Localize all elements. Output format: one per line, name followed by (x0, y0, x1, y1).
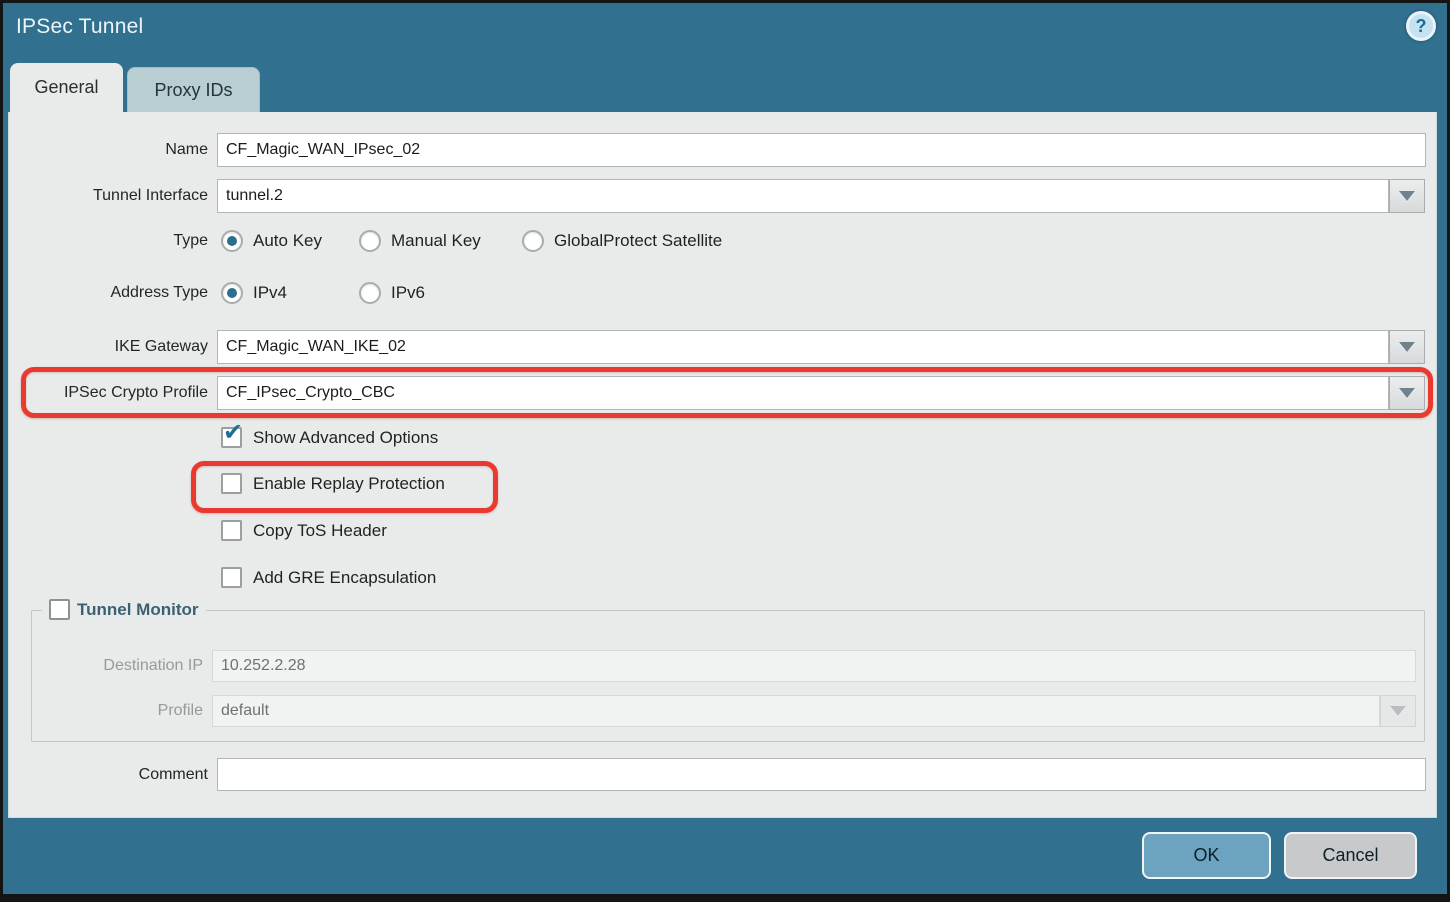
tunnel-interface-input[interactable] (217, 179, 1389, 213)
tunnel-interface-label: Tunnel Interface (9, 179, 208, 213)
general-tab-panel: Name Tunnel Interface Type Auto Key Manu… (8, 112, 1437, 818)
chevron-down-icon (1399, 342, 1415, 352)
radio-selected-icon (221, 230, 243, 252)
radio-manual-key[interactable]: Manual Key (359, 230, 481, 252)
name-label: Name (9, 133, 208, 167)
comment-input[interactable] (217, 758, 1426, 791)
add-gre-encapsulation-checkbox[interactable]: Add GRE Encapsulation (221, 567, 436, 588)
dialog-title: IPSec Tunnel (16, 15, 143, 39)
profile-label: Profile (32, 695, 203, 727)
chevron-down-icon (1399, 191, 1415, 201)
checkbox-checked-icon: ✔ (221, 427, 242, 448)
tunnel-monitor-legend[interactable]: Tunnel Monitor (42, 599, 206, 620)
tunnel-interface-dropdown-button[interactable] (1389, 179, 1425, 213)
tunnel-monitor-checkbox[interactable] (49, 599, 70, 620)
radio-icon (359, 230, 381, 252)
radio-icon (522, 230, 544, 252)
check-icon: ✔ (223, 421, 243, 445)
ok-button[interactable]: OK (1142, 832, 1271, 879)
radio-selected-icon (221, 282, 243, 304)
comment-label: Comment (9, 758, 208, 792)
ipsec-crypto-profile-label: IPSec Crypto Profile (9, 376, 208, 410)
checkbox-unchecked-icon (221, 567, 242, 588)
radio-auto-key[interactable]: Auto Key (221, 230, 322, 252)
ike-gateway-dropdown-button[interactable] (1389, 330, 1425, 364)
type-label: Type (9, 224, 208, 258)
tab-proxy-ids[interactable]: Proxy IDs (127, 67, 260, 112)
cancel-button[interactable]: Cancel (1284, 832, 1417, 879)
checkbox-unchecked-icon (221, 520, 242, 541)
enable-replay-protection-checkbox[interactable]: Enable Replay Protection (221, 473, 445, 494)
destination-ip-input (212, 650, 1416, 682)
help-icon[interactable]: ? (1406, 11, 1436, 41)
radio-ipv6[interactable]: IPv6 (359, 282, 425, 304)
profile-dropdown-button (1380, 695, 1416, 727)
destination-ip-label: Destination IP (32, 650, 203, 682)
radio-icon (359, 282, 381, 304)
chevron-down-icon (1390, 706, 1406, 716)
question-mark-glyph: ? (1416, 16, 1427, 37)
profile-input (212, 695, 1380, 727)
show-advanced-options-checkbox[interactable]: ✔ Show Advanced Options (221, 427, 438, 448)
ike-gateway-input[interactable] (217, 330, 1389, 364)
ike-gateway-label: IKE Gateway (9, 330, 208, 364)
address-type-label: Address Type (9, 276, 208, 310)
chevron-down-icon (1399, 388, 1415, 398)
ipsec-tunnel-dialog: IPSec Tunnel ? General Proxy IDs Name Tu… (0, 0, 1450, 902)
copy-tos-header-checkbox[interactable]: Copy ToS Header (221, 520, 387, 541)
radio-globalprotect-satellite[interactable]: GlobalProtect Satellite (522, 230, 722, 252)
name-input[interactable] (217, 133, 1426, 167)
ipsec-crypto-profile-dropdown-button[interactable] (1389, 376, 1425, 410)
tab-general[interactable]: General (10, 63, 123, 112)
tunnel-monitor-title: Tunnel Monitor (77, 600, 199, 620)
checkbox-unchecked-icon (221, 473, 242, 494)
ipsec-crypto-profile-input[interactable] (217, 376, 1389, 410)
radio-ipv4[interactable]: IPv4 (221, 282, 287, 304)
tunnel-monitor-group: Tunnel Monitor Destination IP Profile (31, 610, 1425, 742)
